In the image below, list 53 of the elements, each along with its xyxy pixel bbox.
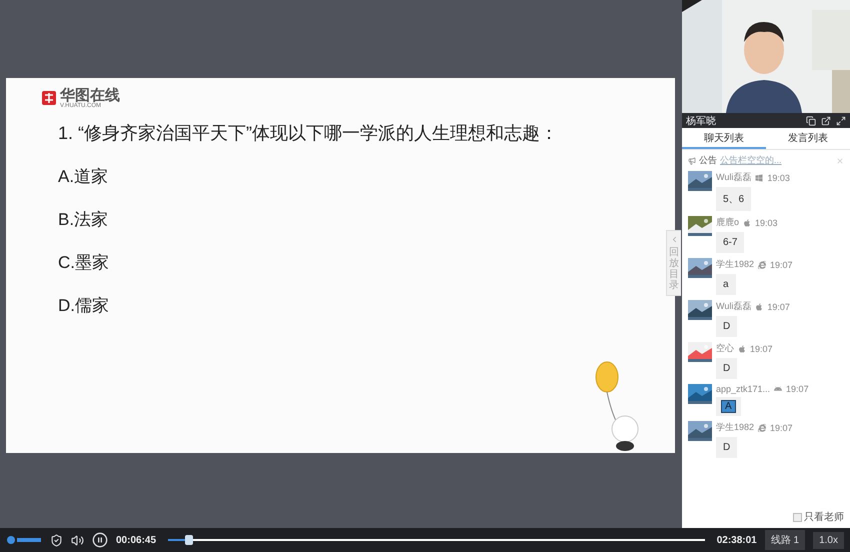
progress-handle[interactable] <box>185 535 194 545</box>
message-time: 19:07 <box>750 344 773 354</box>
message-bubble: a <box>716 274 736 295</box>
popout-icon[interactable] <box>806 116 816 126</box>
android-icon <box>774 385 782 393</box>
line-button[interactable]: 线路 1 <box>764 530 806 550</box>
message-bubble: 6-7 <box>716 232 744 253</box>
speed-button[interactable]: 1.0x <box>813 532 844 548</box>
megaphone-icon <box>688 156 696 164</box>
elapsed-time: 00:06:45 <box>116 534 156 546</box>
volume-icon[interactable] <box>71 534 84 546</box>
chat-tab[interactable]: 发言列表 <box>766 128 850 149</box>
answer-option: D.儒家 <box>58 294 109 317</box>
apple-icon <box>738 344 746 352</box>
answer-option: A.道家 <box>58 165 108 188</box>
pause-icon[interactable] <box>92 532 108 548</box>
notice-label: 公告 <box>699 154 717 167</box>
user-name: Wuli磊磊 <box>716 300 752 313</box>
external-link-icon[interactable] <box>821 116 831 126</box>
message-time: 19:07 <box>770 260 793 270</box>
user-name: 学生1982 <box>716 258 754 271</box>
windows-icon <box>755 174 764 182</box>
shield-icon[interactable] <box>50 534 63 546</box>
expand-icon[interactable] <box>836 116 846 126</box>
user-name: app_ztk171... <box>716 384 770 394</box>
apple-icon <box>743 218 752 226</box>
logo-icon <box>42 90 56 106</box>
message-bubble: 5、6 <box>716 187 752 211</box>
user-name: 学生1982 <box>716 421 754 434</box>
message-time: 19:07 <box>770 422 793 432</box>
logo-icon <box>6 535 42 545</box>
chat-tab[interactable]: 聊天列表 <box>682 128 766 149</box>
message-bubble: D <box>716 316 738 337</box>
presenter-name: 杨军晓 <box>686 114 717 128</box>
logo-text: 华图在线 <box>60 88 120 103</box>
message-time: 19:07 <box>786 384 809 394</box>
message-bubble: D <box>716 358 738 379</box>
answer-option: C.墨家 <box>58 251 109 274</box>
total-time: 02:38:01 <box>716 534 757 546</box>
message-time: 19:07 <box>767 302 790 312</box>
teacher-only-checkbox[interactable]: 只看老师 <box>682 506 850 528</box>
user-name: 空心 <box>716 342 734 355</box>
ie-icon <box>758 260 766 268</box>
answer-option: B.法家 <box>58 208 108 231</box>
message-text: A <box>721 400 736 413</box>
question-text: 1. “修身齐家治国平天下”体现以下哪一学派的人生理想和志趣： <box>58 122 560 145</box>
message-time: 19:03 <box>767 172 790 182</box>
message-bubble: D <box>716 437 738 458</box>
user-name: 鹿鹿o <box>716 216 740 229</box>
ie-icon <box>758 424 766 432</box>
apple-icon <box>755 302 764 310</box>
message-time: 19:03 <box>755 218 778 228</box>
user-name: Wuli磊磊 <box>716 171 752 184</box>
